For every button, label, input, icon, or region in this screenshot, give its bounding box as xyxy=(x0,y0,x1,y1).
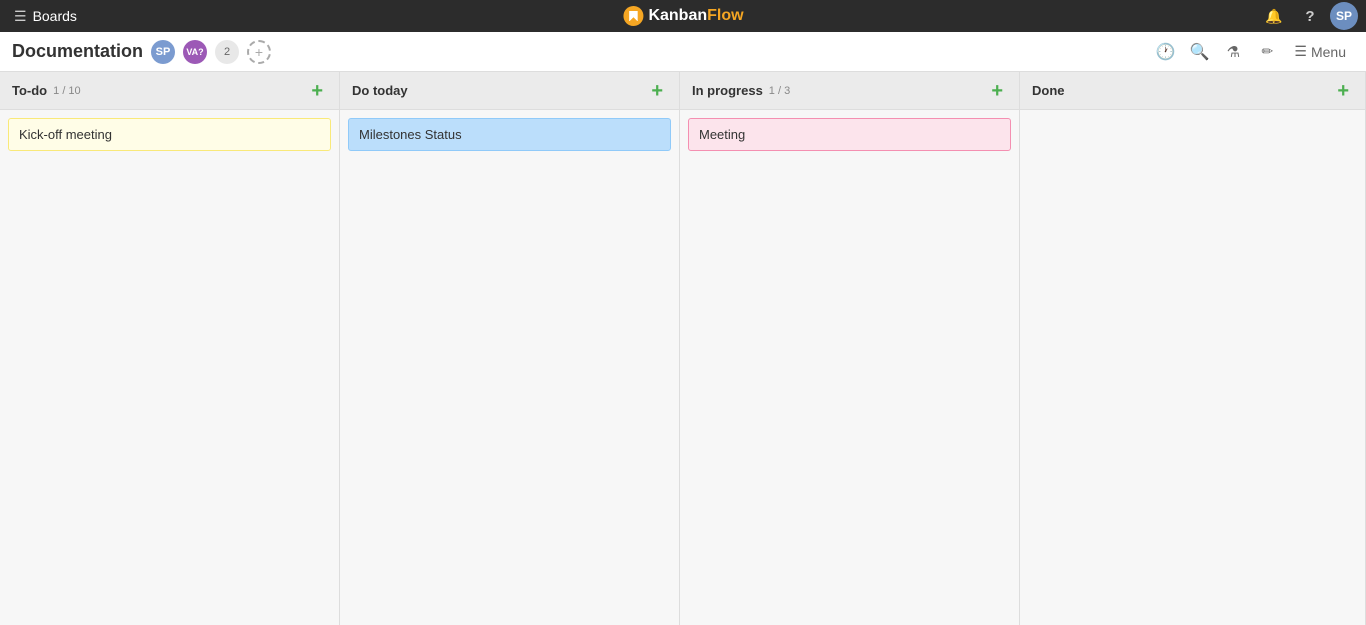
notification-icon: 🔔 xyxy=(1265,8,1282,25)
add-member-button[interactable]: + xyxy=(247,40,271,64)
column-done-body xyxy=(1020,110,1365,625)
topbar: ☰ Boards KanbanFlow 🔔 ? SP xyxy=(0,0,1366,32)
help-icon: ? xyxy=(1305,8,1314,25)
help-button[interactable]: ? xyxy=(1294,0,1326,32)
card-milestones-status-text: Milestones Status xyxy=(359,127,462,142)
filter-icon: ⚗ xyxy=(1227,43,1240,61)
column-done: Done + xyxy=(1020,72,1366,625)
member-count-badge[interactable]: 2 xyxy=(215,40,239,64)
filter-button[interactable]: ⚗ xyxy=(1218,37,1248,67)
logo-text: KanbanFlow xyxy=(648,7,743,25)
subheader: Documentation SP VA? 2 + 🕐 🔍 ⚗ ✏ ☰ Menu xyxy=(0,32,1366,72)
column-inprogress-body: Meeting xyxy=(680,110,1019,625)
add-card-todo-button[interactable]: + xyxy=(307,79,327,103)
add-card-done-button[interactable]: + xyxy=(1333,79,1353,103)
edit-button[interactable]: ✏ xyxy=(1252,37,1282,67)
add-card-dotoday-button[interactable]: + xyxy=(647,79,667,103)
column-todo: To-do 1 / 10 + Kick-off meeting xyxy=(0,72,340,625)
menu-label: Menu xyxy=(1311,44,1346,60)
add-card-inprogress-button[interactable]: + xyxy=(987,79,1007,103)
column-done-title: Done xyxy=(1032,83,1065,98)
boards-button[interactable]: ☰ Boards xyxy=(8,0,83,32)
subheader-icons: 🕐 🔍 ⚗ ✏ ☰ Menu xyxy=(1150,37,1354,67)
column-todo-title: To-do xyxy=(12,83,47,98)
topbar-left: ☰ Boards xyxy=(8,0,83,32)
logo-kanban: Kanban xyxy=(648,7,707,24)
column-dotoday: Do today + Milestones Status xyxy=(340,72,680,625)
card-meeting[interactable]: Meeting xyxy=(688,118,1011,151)
column-dotoday-body: Milestones Status xyxy=(340,110,679,625)
search-icon: 🔍 xyxy=(1189,42,1209,62)
notification-button[interactable]: 🔔 xyxy=(1258,0,1290,32)
search-button[interactable]: 🔍 xyxy=(1184,37,1214,67)
column-dotoday-title: Do today xyxy=(352,83,408,98)
column-inprogress-title-group: In progress 1 / 3 xyxy=(692,83,987,98)
column-todo-count: 1 / 10 xyxy=(53,85,81,97)
card-milestones-status[interactable]: Milestones Status xyxy=(348,118,671,151)
boards-label: Boards xyxy=(33,8,77,24)
history-icon: 🕐 xyxy=(1155,42,1175,62)
logo-flow: Flow xyxy=(707,7,743,24)
column-done-title-group: Done xyxy=(1032,83,1333,98)
user-initials: SP xyxy=(1336,9,1352,23)
column-todo-title-group: To-do 1 / 10 xyxy=(12,83,307,98)
column-inprogress-header: In progress 1 / 3 + xyxy=(680,72,1019,110)
board: To-do 1 / 10 + Kick-off meeting Do today… xyxy=(0,72,1366,625)
add-member-icon: + xyxy=(255,44,263,60)
board-title: Documentation xyxy=(12,41,143,62)
menu-button[interactable]: ☰ Menu xyxy=(1286,37,1354,67)
column-todo-header: To-do 1 / 10 + xyxy=(0,72,339,110)
hamburger-icon: ☰ xyxy=(14,8,27,25)
column-done-header: Done + xyxy=(1020,72,1365,110)
column-inprogress-title: In progress xyxy=(692,83,763,98)
card-kickoff-meeting[interactable]: Kick-off meeting xyxy=(8,118,331,151)
column-dotoday-header: Do today + xyxy=(340,72,679,110)
member-sp-avatar[interactable]: SP xyxy=(151,40,175,64)
kanbanflow-logo-icon xyxy=(622,5,644,27)
topbar-right: 🔔 ? SP xyxy=(1258,0,1358,32)
history-button[interactable]: 🕐 xyxy=(1150,37,1180,67)
column-todo-body: Kick-off meeting xyxy=(0,110,339,625)
edit-icon: ✏ xyxy=(1262,43,1274,60)
card-meeting-text: Meeting xyxy=(699,127,745,142)
column-inprogress-count: 1 / 3 xyxy=(769,85,790,97)
column-inprogress: In progress 1 / 3 + Meeting xyxy=(680,72,1020,625)
menu-lines-icon: ☰ xyxy=(1294,43,1307,60)
user-avatar-button[interactable]: SP xyxy=(1330,2,1358,30)
card-kickoff-meeting-text: Kick-off meeting xyxy=(19,127,112,142)
topbar-center: KanbanFlow xyxy=(622,5,743,27)
member-va-avatar[interactable]: VA? xyxy=(183,40,207,64)
column-dotoday-title-group: Do today xyxy=(352,83,647,98)
